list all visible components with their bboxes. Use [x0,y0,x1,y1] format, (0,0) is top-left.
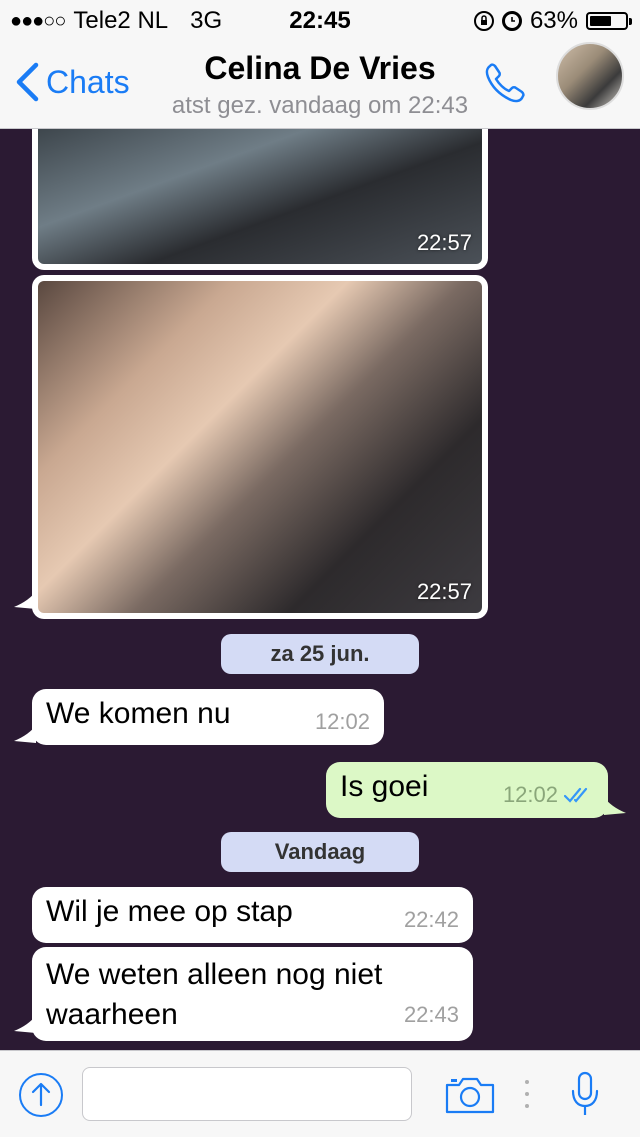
back-button[interactable]: Chats [14,62,130,102]
bubble-tail [14,1015,36,1033]
message-time: 12:02 [502,782,558,807]
more-dots-icon [525,1080,529,1108]
battery-fill [590,16,612,26]
message-time: 22:43 [403,1002,459,1027]
phone-icon [485,63,525,103]
message-time: 12:02 [314,709,370,734]
attach-button[interactable] [18,1072,64,1123]
message-list[interactable]: 22:57 22:57 za 25 jun. We komen nu 12:02… [0,129,640,1050]
message-text: Is goei [340,770,429,803]
date-separator: za 25 jun. [221,634,419,674]
message-text-line: waarheen [46,998,178,1031]
battery-icon [586,12,632,30]
message-text: Wil je mee op stap [46,895,293,928]
message-text: We komen nu [46,697,231,730]
message-status: 12:02 [503,782,594,808]
message-time: 22:42 [403,907,459,932]
bubble-tail [604,797,626,815]
photo-message[interactable]: 22:57 [32,275,488,619]
camera-icon [445,1077,495,1114]
status-bar: ●●●○○ Tele2 NL 3G 22:45 63% [0,0,640,40]
camera-button[interactable] [444,1075,496,1120]
photo-image[interactable]: 22:57 [38,129,482,264]
alarm-icon [501,11,522,31]
incoming-message[interactable]: Wil je mee op stap 22:42 [32,887,473,943]
contact-name[interactable]: Celina De Vries [160,50,480,87]
incoming-message[interactable]: We komen nu 12:02 [32,689,384,745]
outgoing-message[interactable]: Is goei 12:02 [326,762,608,818]
upload-arrow-icon [19,1073,63,1117]
compose-bar [0,1050,640,1137]
contact-avatar[interactable] [556,42,624,110]
voice-record-button[interactable] [570,1071,600,1124]
photo-message[interactable]: 22:57 [32,129,488,270]
battery-percent: 63% [529,7,578,34]
chevron-left-icon [16,62,39,102]
back-label: Chats [46,63,130,100]
incoming-message[interactable]: We weten alleen nog niet waarheen 22:43 [32,947,473,1041]
rotation-lock-icon [473,11,494,31]
message-time: 22:57 [416,230,472,255]
last-seen-status: atst gez. vandaag om 22:43 [171,92,469,119]
bubble-tail [14,591,36,609]
message-time: 22:57 [416,579,472,604]
bubble-tail [14,725,36,743]
microphone-icon [571,1071,599,1115]
photo-image[interactable]: 22:57 [38,281,482,613]
read-receipt-icon [564,787,588,803]
chat-header: Chats Celina De Vries atst gez. vandaag … [0,40,640,129]
message-input[interactable] [82,1067,412,1121]
call-button[interactable] [480,58,530,113]
date-separator: Vandaag [221,832,419,872]
message-text-line: We weten alleen nog niet [46,958,383,991]
